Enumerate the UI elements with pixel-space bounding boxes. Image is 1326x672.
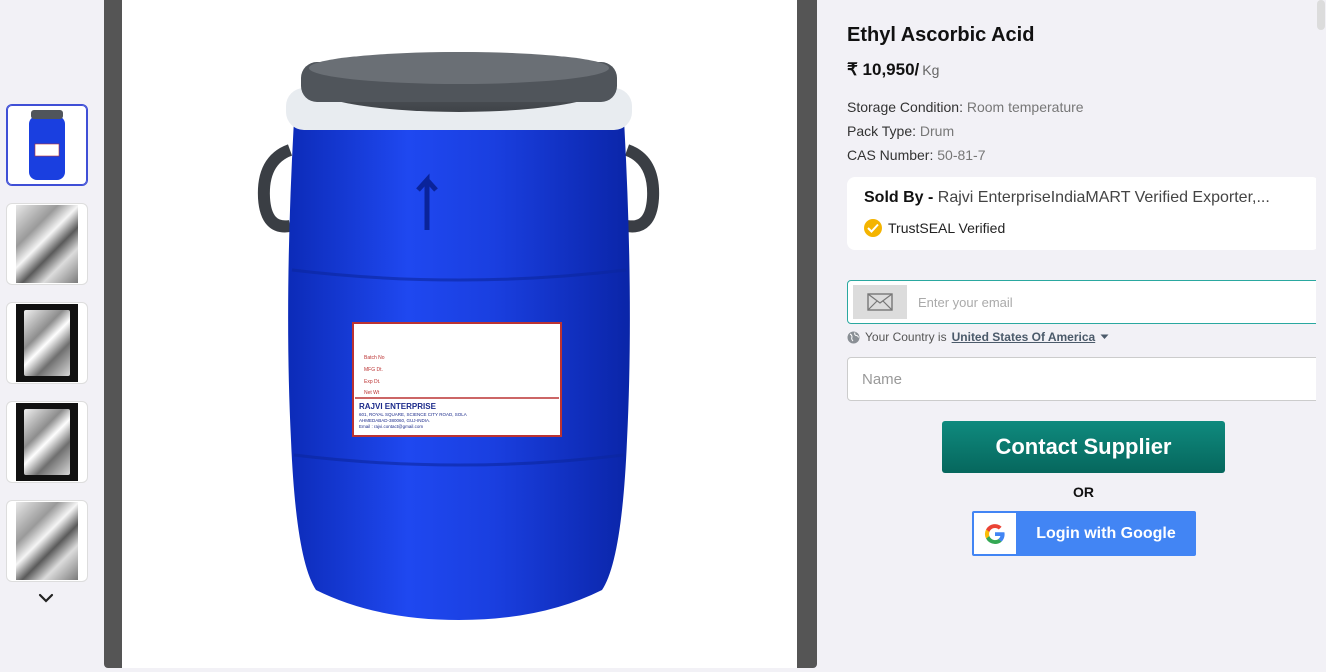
seller-name: Rajvi EnterpriseIndiaMART Verified Expor… bbox=[937, 189, 1270, 206]
contact-supplier-button[interactable]: Contact Supplier bbox=[942, 421, 1225, 473]
thumbnail-4[interactable] bbox=[6, 401, 88, 483]
scrollbar[interactable] bbox=[1316, 0, 1326, 672]
caret-down-icon[interactable] bbox=[1100, 334, 1109, 340]
foil-bag-image bbox=[16, 205, 78, 283]
name-field bbox=[847, 357, 1320, 401]
chevron-down-icon[interactable] bbox=[36, 588, 56, 608]
spec-storage-condition: Storage Condition: Room temperature bbox=[847, 99, 1084, 115]
drum-label-field: MFG Dt. bbox=[364, 367, 383, 373]
trustseal-icon bbox=[864, 219, 882, 237]
sold-by-label: Sold By - bbox=[864, 189, 934, 206]
sold-by[interactable]: Sold By - Rajvi EnterpriseIndiaMART Veri… bbox=[864, 189, 1304, 207]
drum-label-address: 601, ROYAL SQUARE, SCIENCE CITY ROAD, SO… bbox=[359, 412, 467, 417]
thumbnail-strip bbox=[0, 0, 100, 672]
price-value: ₹ 10,950/ bbox=[847, 60, 920, 79]
country-selector: Your Country is United States Of America bbox=[847, 330, 1109, 344]
drum-label-address: AHMEDABAD-380060, GUJ-INDIA. bbox=[359, 418, 430, 423]
drum-label-field: Batch No bbox=[364, 355, 385, 361]
product-price: ₹ 10,950/Kg bbox=[847, 60, 939, 80]
drum-label-field: Net Wt bbox=[364, 390, 380, 396]
blue-drum-image: Batch No MFG Dt. Exp Dt. Net Wt RAJVI EN… bbox=[257, 52, 660, 620]
name-input[interactable] bbox=[862, 368, 1302, 390]
spec-value: 50-81-7 bbox=[937, 147, 986, 163]
spec-label: Pack Type: bbox=[847, 123, 917, 139]
spec-value: Room temperature bbox=[966, 99, 1084, 115]
main-product-image[interactable]: Batch No MFG Dt. Exp Dt. Net Wt RAJVI EN… bbox=[122, 0, 797, 668]
spec-cas-number: CAS Number: 50-81-7 bbox=[847, 147, 986, 163]
drum-thumbnail-image bbox=[29, 110, 65, 180]
product-details-panel: Ethyl Ascorbic Acid ₹ 10,950/Kg Storage … bbox=[847, 0, 1321, 672]
google-button-label: Login with Google bbox=[1036, 524, 1176, 542]
login-with-google-button[interactable]: Login with Google bbox=[972, 511, 1196, 556]
scrollbar-thumb[interactable] bbox=[1317, 0, 1325, 30]
email-input[interactable] bbox=[918, 291, 1308, 313]
image-viewer: Batch No MFG Dt. Exp Dt. Net Wt RAJVI EN… bbox=[104, 0, 817, 668]
thumbnail-2[interactable] bbox=[6, 203, 88, 285]
seller-card: Sold By - Rajvi EnterpriseIndiaMART Veri… bbox=[847, 177, 1320, 250]
thumbnail-1-drum[interactable] bbox=[6, 104, 88, 186]
country-link[interactable]: United States Of America bbox=[952, 330, 1096, 344]
trustseal-badge: TrustSEAL Verified bbox=[864, 219, 1005, 237]
product-title: Ethyl Ascorbic Acid bbox=[847, 24, 1035, 46]
price-unit: Kg bbox=[922, 62, 940, 78]
google-g-icon bbox=[974, 513, 1016, 554]
foil-bag-image bbox=[16, 502, 78, 580]
thumbnail-3[interactable] bbox=[6, 302, 88, 384]
spec-pack-type: Pack Type: Drum bbox=[847, 123, 954, 139]
spec-label: CAS Number: bbox=[847, 147, 934, 163]
foil-pouch-image bbox=[16, 403, 78, 481]
spec-value: Drum bbox=[919, 123, 955, 139]
spec-label: Storage Condition: bbox=[847, 99, 963, 115]
drum-label-field: Exp Dt. bbox=[364, 379, 380, 385]
country-prefix: Your Country is bbox=[865, 330, 947, 344]
or-divider: OR bbox=[1073, 484, 1094, 500]
trustseal-label: TrustSEAL Verified bbox=[888, 220, 1006, 236]
thumbnail-5[interactable] bbox=[6, 500, 88, 582]
drum-label-company: RAJVI ENTERPRISE bbox=[359, 402, 437, 411]
globe-icon bbox=[847, 331, 860, 343]
email-field bbox=[847, 280, 1320, 324]
drum-label-email: Email : rajvi.contact@gmail.com bbox=[359, 424, 423, 429]
mail-icon bbox=[853, 285, 907, 319]
foil-pouch-image bbox=[16, 304, 78, 382]
